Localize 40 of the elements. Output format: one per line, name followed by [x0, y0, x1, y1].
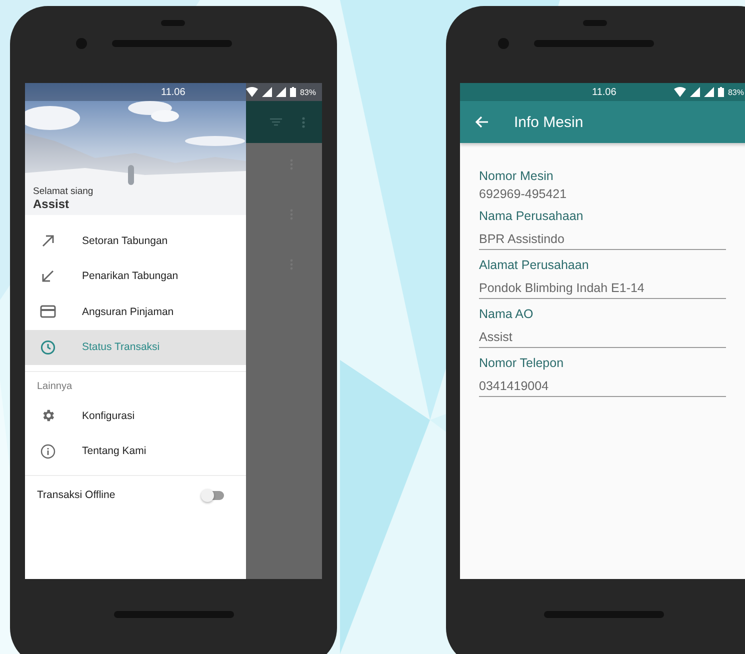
- menu-item[interactable]: Angsuran Pinjaman: [25, 294, 246, 330]
- status-time: 11.06: [592, 86, 616, 98]
- clock-icon: [40, 340, 56, 355]
- more-icon: [302, 116, 305, 128]
- field-label: Nomor Mesin: [479, 169, 554, 183]
- menu-item[interactable]: Konfigurasi: [25, 398, 246, 434]
- toggle-switch[interactable]: [204, 490, 224, 500]
- input-field[interactable]: Pondok Blimbing Indah E1-14: [479, 281, 726, 299]
- screen-title: Info Mesin: [514, 114, 584, 130]
- field-label: Nomor Telepon: [479, 356, 565, 370]
- signal-icon: [690, 87, 700, 97]
- field-label: Nama Perusahaan: [479, 209, 584, 223]
- back-arrow-icon[interactable]: [475, 116, 488, 128]
- signal-icon: [704, 87, 714, 97]
- info-icon: [40, 444, 56, 459]
- status-time: 11.06: [161, 86, 186, 98]
- menu-item[interactable]: Tentang Kami: [25, 434, 246, 469]
- signal-icon: [276, 87, 286, 97]
- down-left-arrow-icon: [40, 269, 56, 284]
- wifi-icon: [674, 87, 686, 97]
- user-name: Assist: [33, 197, 70, 211]
- greeting-text: Selamat siang: [33, 186, 94, 197]
- battery-percentage: 83%: [300, 88, 316, 96]
- battery-percentage: 83%: [728, 88, 744, 96]
- field-label: Nama AO: [479, 307, 534, 321]
- card-icon: [40, 305, 56, 318]
- battery-icon: [718, 87, 724, 97]
- input-field[interactable]: Assist: [479, 330, 726, 348]
- section-label: Lainnya: [36, 380, 74, 394]
- signal-icon: [262, 87, 272, 97]
- menu-item[interactable]: Setoran Tabungan: [25, 223, 246, 258]
- setting-label: Transaksi Offline: [37, 489, 116, 501]
- menu-item[interactable]: Penarikan Tabungan: [25, 258, 246, 294]
- filter-icon: [270, 118, 282, 126]
- wifi-icon: [246, 87, 258, 97]
- input-field[interactable]: 0341419004: [479, 379, 726, 397]
- input-field[interactable]: BPR Assistindo: [479, 232, 726, 250]
- up-right-arrow-icon: [40, 234, 56, 248]
- field-value: 692969-495421: [479, 187, 568, 201]
- field-label: Alamat Perusahaan: [479, 258, 590, 272]
